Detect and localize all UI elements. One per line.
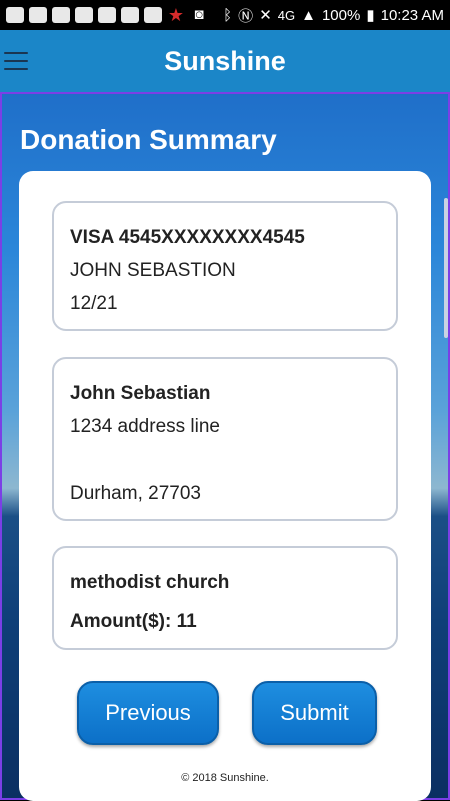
previous-button[interactable]: Previous (77, 681, 219, 745)
hamburger-menu-icon[interactable] (4, 52, 28, 70)
app-bar: Sunshine (0, 30, 450, 92)
address-line1: 1234 address line (70, 416, 220, 437)
footer-copyright: © 2018 Sunshine. (181, 772, 269, 784)
address-city-zip: Durham, 27703 (70, 483, 201, 504)
messages-icon (6, 7, 24, 23)
page-title: Donation Summary (20, 124, 277, 155)
cardholder-name: JOHN SEBASTION (70, 260, 236, 281)
camera-icon: ◙ (194, 6, 204, 23)
address-line2-empty (70, 443, 380, 477)
notification-icons: ★ ◙ (6, 5, 208, 25)
system-status: ᛒ Ⓝ ✕ 4G ▲ 100% ▮ 10:23 AM (223, 5, 444, 26)
clock: 10:23 AM (380, 6, 444, 24)
summary-card: VISA 4545XXXXXXXX4545 JOHN SEBASTION 12/… (19, 171, 431, 801)
battery-level: 100% (321, 6, 361, 24)
address-info-box: John Sebastian 1234 address line Durham,… (52, 357, 398, 521)
wallet-icon (29, 7, 47, 23)
content-area: Donation Summary VISA 4545XXXXXXXX4545 J… (0, 92, 450, 801)
donation-recipient: methodist church (70, 572, 230, 593)
address-name: John Sebastian (70, 383, 211, 404)
battery-icon: ▮ (366, 7, 375, 24)
scroll-indicator (444, 198, 448, 338)
donation-amount: Amount($): 11 (70, 611, 197, 632)
card-expiry: 12/21 (70, 293, 118, 314)
notes-icon (121, 7, 139, 23)
app-title: Sunshine (164, 45, 286, 76)
network-type: 4G (277, 7, 296, 23)
tag-icon (75, 7, 93, 23)
donation-info-box: methodist church Amount($): 11 (52, 546, 398, 650)
status-bar: ★ ◙ ᛒ Ⓝ ✕ 4G ▲ 100% ▮ 10:23 AM (0, 0, 450, 30)
nfc-icon: Ⓝ (238, 7, 254, 25)
star-icon: ★ (167, 5, 185, 25)
mail-icon (98, 7, 116, 23)
signal-icon: ▲ (301, 6, 316, 24)
bluetooth-icon: ᛒ (223, 6, 233, 24)
wallet-icon (52, 7, 70, 23)
submit-button[interactable]: Submit (252, 681, 377, 745)
mute-icon: ✕ (259, 7, 272, 24)
payment-info-box: VISA 4545XXXXXXXX4545 JOHN SEBASTION 12/… (52, 201, 398, 331)
card-number: VISA 4545XXXXXXXX4545 (70, 227, 305, 248)
flipboard-icon (144, 7, 162, 23)
